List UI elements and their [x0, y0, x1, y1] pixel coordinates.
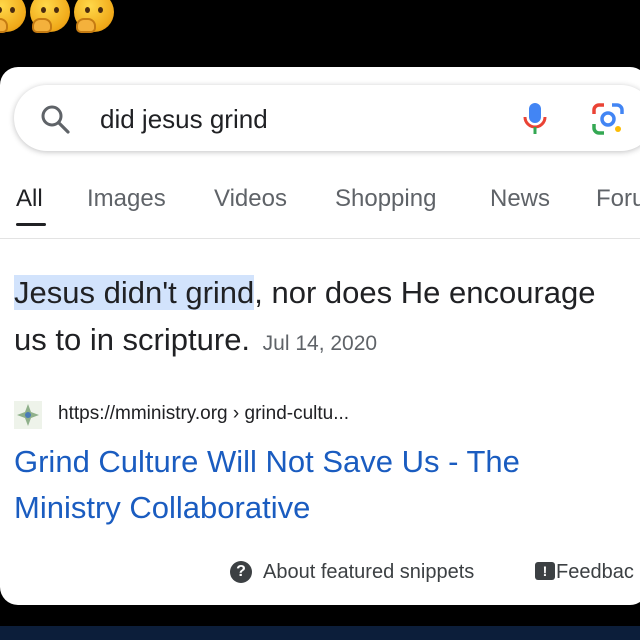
- help-icon[interactable]: ?: [230, 561, 252, 583]
- feedback-icon[interactable]: !: [535, 562, 555, 580]
- thinking-face-emoji: [30, 0, 70, 33]
- result-source[interactable]: https://mministry.org › grind-cultu... ⋮: [14, 401, 640, 429]
- snippet-highlight: Jesus didn't grind: [14, 275, 255, 310]
- bottom-bar: [0, 626, 640, 640]
- feedback-link[interactable]: Feedbac: [556, 561, 634, 584]
- site-favicon-icon: [14, 401, 42, 429]
- thinking-face-emoji: [0, 0, 26, 33]
- about-featured-snippets-link[interactable]: About featured snippets: [263, 561, 474, 584]
- featured-snippet-text: Jesus didn't grind, nor does He encourag…: [14, 269, 624, 367]
- search-icon: [41, 105, 70, 134]
- more-options-icon[interactable]: ⋮: [636, 403, 640, 429]
- search-bar[interactable]: did jesus grind: [14, 85, 640, 151]
- tab-images[interactable]: Images: [87, 185, 166, 213]
- search-results-card: did jesus grind All Images Videos Shoppi…: [0, 67, 640, 605]
- snippet-footer: ? About featured snippets ! Feedbac: [0, 557, 640, 587]
- tab-news[interactable]: News: [490, 185, 550, 213]
- result-url[interactable]: https://mministry.org › grind-cultu...: [58, 403, 349, 425]
- result-title-link[interactable]: Grind Culture Will Not Save Us - The Min…: [14, 439, 614, 531]
- thinking-face-emoji: [74, 0, 114, 33]
- tab-shopping[interactable]: Shopping: [335, 185, 436, 213]
- search-input[interactable]: did jesus grind: [100, 104, 268, 135]
- search-tabs: All Images Videos Shopping News Foru: [0, 185, 640, 229]
- tab-videos[interactable]: Videos: [214, 185, 287, 213]
- snippet-date: Jul 14, 2020: [262, 332, 378, 355]
- divider: [0, 238, 640, 239]
- microphone-icon[interactable]: [520, 101, 550, 137]
- tab-forums[interactable]: Foru: [596, 185, 640, 213]
- emoji-row: [0, 0, 114, 33]
- tab-all[interactable]: All: [16, 185, 43, 213]
- google-lens-icon[interactable]: [591, 102, 625, 136]
- active-tab-indicator: [16, 223, 46, 226]
